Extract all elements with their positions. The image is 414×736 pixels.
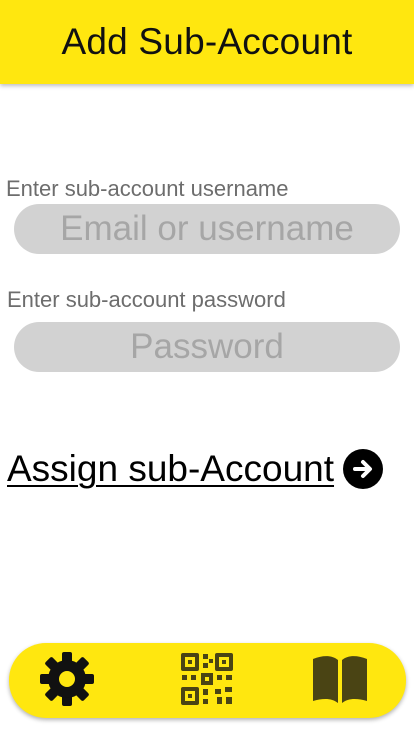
bottom-nav-bar [9,643,406,718]
add-sub-account-screen: Add Sub-Account Enter sub-account userna… [0,0,414,736]
book-icon[interactable] [310,651,370,712]
qr-code-icon[interactable] [179,651,235,712]
qr-scan-nav-button[interactable] [178,652,236,710]
gear-icon[interactable] [38,650,96,713]
guide-nav-button[interactable] [311,652,369,710]
settings-nav-button[interactable] [38,650,96,713]
page-title: Add Sub-Account [61,21,353,62]
password-label: Enter sub-account password [7,287,286,312]
assign-sub-account-label[interactable]: Assign sub-Account [7,448,334,490]
username-label: Enter sub-account username [6,176,289,201]
arrow-right-circle-icon[interactable] [343,449,384,489]
assign-sub-account-button[interactable]: Assign sub-Account [7,448,384,490]
username-input[interactable] [14,204,400,254]
password-input[interactable] [14,322,400,372]
app-header: Add Sub-Account [0,0,414,84]
